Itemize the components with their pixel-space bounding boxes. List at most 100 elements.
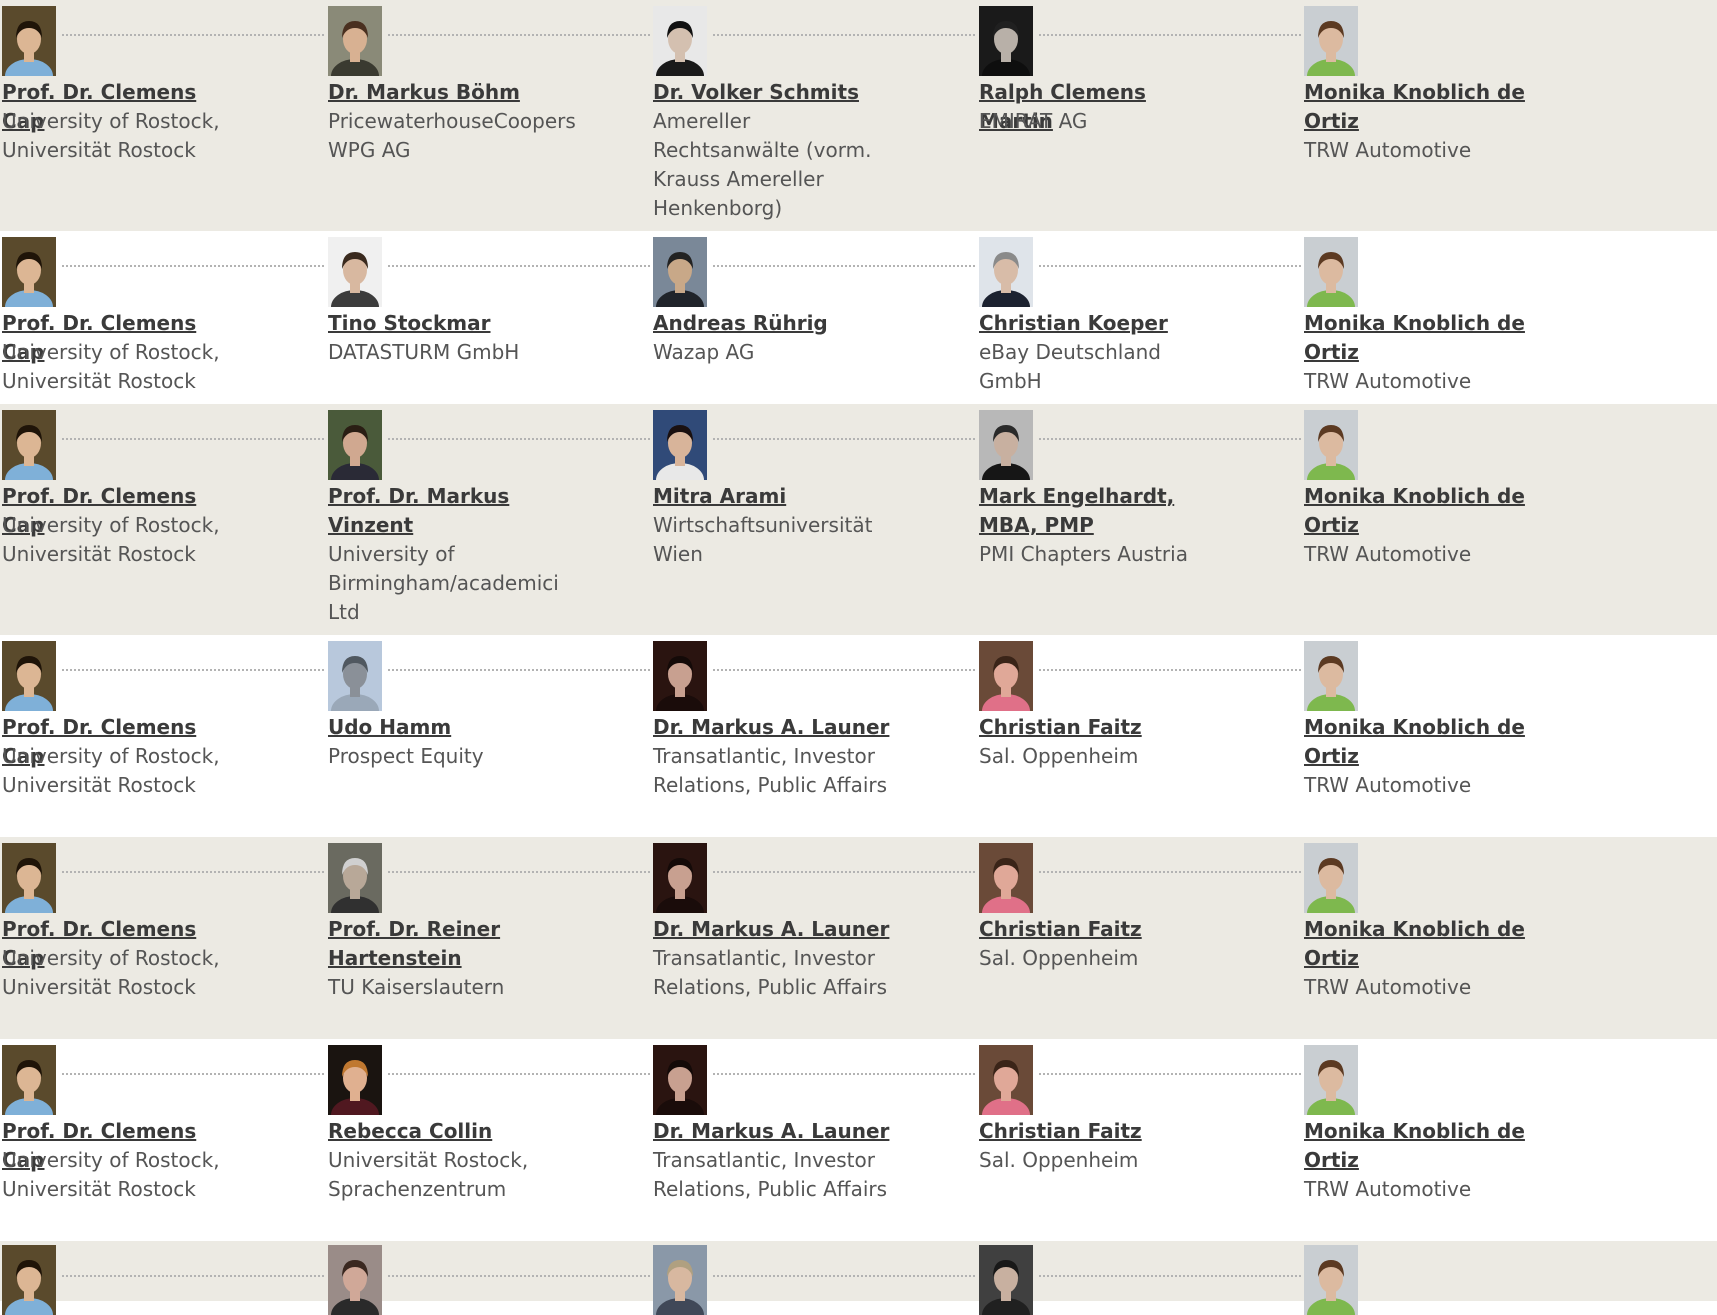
- profile-photo[interactable]: [653, 843, 707, 913]
- connection-line: [62, 871, 324, 873]
- profile-photo[interactable]: [328, 641, 382, 711]
- profile-photo[interactable]: [2, 1045, 56, 1115]
- profile-photo[interactable]: [1304, 1045, 1358, 1115]
- profile-photo[interactable]: [653, 1245, 707, 1315]
- profile-photo[interactable]: [1304, 641, 1358, 711]
- profile-photo[interactable]: [2, 843, 56, 913]
- profile-photo[interactable]: [979, 843, 1033, 913]
- contact-name-link[interactable]: Udo Hamm: [328, 713, 568, 742]
- connection-line: [713, 265, 975, 267]
- contact-organization: Amereller Rechtsanwälte (vorm. Krauss Am…: [653, 109, 872, 220]
- connection-line: [1039, 871, 1301, 873]
- contact-organization: EMIRAT AG: [979, 109, 1088, 133]
- profile-photo[interactable]: [979, 410, 1033, 480]
- contact-name-link[interactable]: Tino Stockmar: [328, 309, 568, 338]
- connection-line: [62, 438, 324, 440]
- contact-name-link[interactable]: Christian Faitz: [979, 915, 1219, 944]
- connection-line: [388, 669, 650, 671]
- profile-photo[interactable]: [979, 1245, 1033, 1315]
- profile-photo[interactable]: [653, 6, 707, 76]
- connection-line: [388, 265, 650, 267]
- contact-name-link[interactable]: Prof. Dr. Reiner Hartenstein: [328, 915, 568, 973]
- profile-photo[interactable]: [2, 237, 56, 307]
- connection-line: [1039, 669, 1301, 671]
- connection-path-row: Prof. Dr. Clemens Cap University of Rosto…: [0, 837, 1717, 1039]
- contact-organization: Transatlantic, Investor Relations, Publi…: [653, 1148, 888, 1201]
- contact-name-link[interactable]: Rebecca Collin: [328, 1117, 568, 1146]
- contact-name-link[interactable]: Monika Knoblich de Ortiz: [1304, 713, 1544, 771]
- profile-photo[interactable]: [653, 237, 707, 307]
- profile-photo[interactable]: [328, 6, 382, 76]
- profile-photo[interactable]: [979, 237, 1033, 307]
- profile-photo[interactable]: [2, 6, 56, 76]
- contact-organization: Sal. Oppenheim: [979, 1148, 1139, 1172]
- profile-photo[interactable]: [1304, 1245, 1358, 1315]
- profile-photo[interactable]: [2, 641, 56, 711]
- profile-photo[interactable]: [328, 1245, 382, 1315]
- connection-line: [1039, 265, 1301, 267]
- connection-path-row: [0, 1241, 1717, 1315]
- contact-name-link[interactable]: Monika Knoblich de Ortiz: [1304, 309, 1544, 367]
- connection-line: [1039, 34, 1301, 36]
- contact-organization: Wazap AG: [653, 340, 755, 364]
- profile-photo[interactable]: [328, 410, 382, 480]
- contact-name-link[interactable]: Prof. Dr. Markus Vinzent: [328, 482, 568, 540]
- contact-organization: Transatlantic, Investor Relations, Publi…: [653, 946, 888, 999]
- contact-organization: Transatlantic, Investor Relations, Publi…: [653, 744, 888, 797]
- connection-path-row: Prof. Dr. Clemens Cap University of Rosto…: [0, 231, 1717, 404]
- profile-photo[interactable]: [328, 1045, 382, 1115]
- contact-name-link[interactable]: Monika Knoblich de Ortiz: [1304, 1117, 1544, 1175]
- profile-photo[interactable]: [653, 641, 707, 711]
- connection-line: [1039, 438, 1301, 440]
- profile-photo[interactable]: [979, 6, 1033, 76]
- connection-line: [62, 265, 324, 267]
- profile-photo[interactable]: [979, 1045, 1033, 1115]
- profile-photo[interactable]: [653, 1045, 707, 1115]
- connection-path-row: Prof. Dr. Clemens Cap University of Rosto…: [0, 0, 1717, 231]
- contact-name-link[interactable]: Mitra Arami: [653, 482, 893, 511]
- contact-name-link[interactable]: Christian Koeper: [979, 309, 1219, 338]
- contact-name-link[interactable]: Dr. Markus A. Launer: [653, 1117, 893, 1146]
- contact-organization: DATASTURM GmbH: [328, 340, 520, 364]
- profile-photo[interactable]: [979, 641, 1033, 711]
- profile-photo[interactable]: [653, 410, 707, 480]
- connection-paths-list: Prof. Dr. Clemens Cap University of Rosto…: [0, 0, 1717, 1315]
- contact-name-link[interactable]: Dr. Volker Schmits: [653, 78, 893, 107]
- contact-name-link[interactable]: Dr. Markus A. Launer: [653, 713, 893, 742]
- contact-name-link[interactable]: Christian Faitz: [979, 713, 1219, 742]
- contact-name-link[interactable]: Mark Engelhardt, MBA, PMP: [979, 482, 1219, 540]
- contact-organization: University of Rostock, Universität Rosto…: [2, 744, 220, 797]
- profile-photo[interactable]: [328, 237, 382, 307]
- connection-line: [713, 871, 975, 873]
- connection-path-row: Prof. Dr. Clemens Cap University of Rosto…: [0, 635, 1717, 837]
- profile-photo[interactable]: [1304, 6, 1358, 76]
- connection-line: [62, 1073, 324, 1075]
- contact-organization: Prospect Equity: [328, 744, 484, 768]
- profile-photo[interactable]: [1304, 410, 1358, 480]
- profile-photo[interactable]: [1304, 237, 1358, 307]
- profile-photo[interactable]: [328, 843, 382, 913]
- contact-organization: Sal. Oppenheim: [979, 946, 1139, 970]
- connection-line: [713, 438, 975, 440]
- contact-organization: PricewaterhouseCoopers WPG AG: [328, 109, 576, 162]
- contact-organization: PMI Chapters Austria: [979, 542, 1188, 566]
- connection-line: [388, 1073, 650, 1075]
- contact-name-link[interactable]: Dr. Markus A. Launer: [653, 915, 893, 944]
- contact-name-link[interactable]: Monika Knoblich de Ortiz: [1304, 482, 1544, 540]
- contact-name-link[interactable]: Monika Knoblich de Ortiz: [1304, 915, 1544, 973]
- contact-name-link[interactable]: Andreas Rührig: [653, 309, 893, 338]
- contact-organization: TU Kaiserslautern: [328, 975, 505, 999]
- contact-organization: TRW Automotive: [1304, 138, 1472, 162]
- contact-organization: University of Rostock, Universität Rosto…: [2, 946, 220, 999]
- connection-line: [388, 34, 650, 36]
- contact-organization: TRW Automotive: [1304, 773, 1472, 797]
- connection-line: [388, 438, 650, 440]
- contact-name-link[interactable]: Dr. Markus Böhm: [328, 78, 568, 107]
- contact-name-link[interactable]: Monika Knoblich de Ortiz: [1304, 78, 1544, 136]
- contact-name-link[interactable]: Christian Faitz: [979, 1117, 1219, 1146]
- profile-photo[interactable]: [2, 410, 56, 480]
- profile-photo[interactable]: [1304, 843, 1358, 913]
- contact-organization: Wirtschaftsuniversität Wien: [653, 513, 873, 566]
- profile-photo[interactable]: [2, 1245, 56, 1315]
- contact-organization: eBay Deutschland GmbH: [979, 340, 1161, 393]
